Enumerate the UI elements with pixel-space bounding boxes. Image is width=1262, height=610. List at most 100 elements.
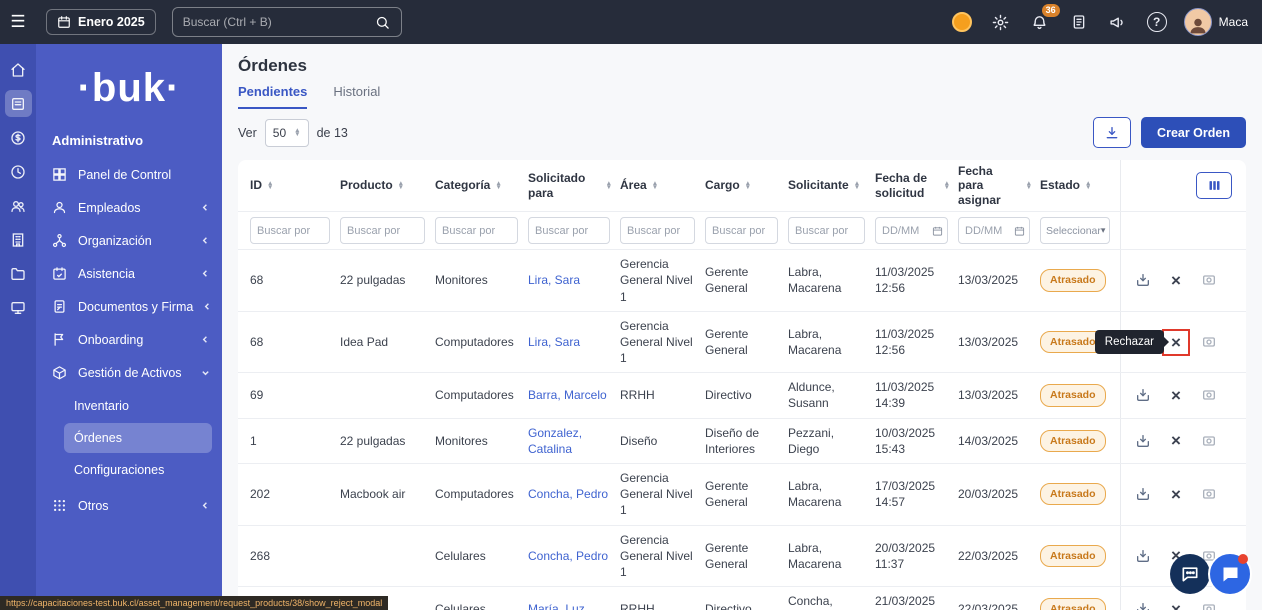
create-order-button[interactable]: Crear Orden [1141,117,1246,148]
clock-icon[interactable] [5,158,32,185]
sidebar-subitem-configuraciones[interactable]: Configuraciones [64,455,212,485]
solicitado-para-link[interactable]: Barra, Marcelo [528,381,620,409]
assign-button[interactable] [1135,272,1151,288]
filter-id-input[interactable] [250,217,330,244]
filter-producto-input[interactable] [340,217,425,244]
col-header-cargo[interactable]: Cargo▲▼ [705,174,788,196]
col-header-fecha-solicitud[interactable]: Fecha de solicitud▲▼ [875,167,958,204]
document-icon[interactable] [1067,10,1091,34]
cell-categoria: Computadores [435,480,528,508]
archive-button[interactable] [1201,433,1217,449]
solicitado-para-link[interactable]: Concha, Pedro [528,542,620,570]
solicitado-para-link[interactable]: Lira, Sara [528,266,620,294]
assign-button[interactable] [1135,486,1151,502]
megaphone-icon[interactable] [1106,10,1130,34]
sidebar-item-onboarding[interactable]: Onboarding [36,323,222,356]
col-header-producto[interactable]: Producto▲▼ [340,174,435,196]
columns-settings-button[interactable] [1196,172,1232,199]
search-icon[interactable] [365,8,401,36]
building-icon[interactable] [5,226,32,253]
sidebar-item-documentos-y-firma[interactable]: Documentos y Firma [36,290,222,323]
download-button[interactable] [1093,117,1131,148]
folder-icon[interactable] [5,260,32,287]
cell-fecha-solicitud: 10/03/2025 15:43 [875,419,958,463]
archive-button[interactable] [1201,486,1217,502]
people-icon[interactable] [5,192,32,219]
solicitado-para-link[interactable]: María, Luz [528,595,620,610]
help-icon[interactable]: ? [1145,10,1169,34]
home-icon[interactable] [5,56,32,83]
sidebar-item-gestion-de-activos[interactable]: Gestión de Activos [36,356,222,389]
solicitado-para-link[interactable]: Concha, Pedro [528,480,620,508]
gear-icon[interactable] [989,10,1013,34]
filter-fecha-solicitud-input[interactable] [875,217,948,244]
reject-button[interactable]: × [1171,272,1181,289]
assign-button[interactable] [1135,433,1151,449]
sidebar-item-panel-de-control[interactable]: Panel de Control [36,158,222,191]
reject-button[interactable]: × [1171,486,1181,503]
tab-pendientes[interactable]: Pendientes [238,84,307,109]
money-icon[interactable] [5,124,32,151]
page-title: Órdenes [238,56,1246,76]
filter-estado-select[interactable]: Seleccionar ▾ [1040,217,1110,244]
archive-button[interactable] [1201,334,1217,350]
col-header-estado[interactable]: Estado▲▼ [1040,174,1120,196]
hamburger-icon[interactable]: ☰ [0,0,36,44]
col-header-categoria[interactable]: Categoría▲▼ [435,174,528,196]
solicitado-para-link[interactable]: Gonzalez, Catalina [528,419,620,463]
user-menu[interactable]: Maca [1184,8,1248,36]
filter-cargo-input[interactable] [705,217,778,244]
global-search [172,7,402,37]
monitor-icon[interactable] [5,294,32,321]
month-selector[interactable]: Enero 2025 [46,9,156,35]
orders-icon[interactable] [5,90,32,117]
col-header-solicitado-para[interactable]: Solicitado para▲▼ [528,167,620,204]
assign-button[interactable] [1135,548,1151,564]
bell-icon[interactable]: 36 [1028,10,1052,34]
reject-button[interactable]: × [1171,387,1181,404]
row-actions: × [1120,464,1246,525]
chevron-down-icon: ▾ [1101,225,1106,236]
filter-solicitante-input[interactable] [788,217,865,244]
reject-button[interactable]: × [1171,334,1181,351]
sidebar-item-asistencia[interactable]: Asistencia [36,257,222,290]
filter-solicitado-input[interactable] [528,217,610,244]
cell-area: Gerencia General Nivel 1 [620,250,705,311]
sidebar-item-organizacion[interactable]: Organización [36,224,222,257]
notification-badge: 36 [1042,4,1060,17]
filter-categoria-input[interactable] [435,217,518,244]
assign-button[interactable] [1135,387,1151,403]
solicitado-para-link[interactable]: Lira, Sara [528,328,620,356]
assign-button[interactable] [1135,601,1151,610]
cell-solicitante: Pezzani, Diego [788,419,875,463]
col-header-id[interactable]: ID▲▼ [250,174,340,196]
cell-cargo: Directivo [705,595,788,610]
archive-button[interactable] [1201,387,1217,403]
archive-button[interactable] [1201,272,1217,288]
status-badge: Atrasado [1040,598,1106,610]
col-header-solicitante[interactable]: Solicitante▲▼ [788,174,875,196]
orange-badge-icon[interactable] [950,10,974,34]
sidebar-subitem-ordenes[interactable]: Órdenes [64,423,212,453]
reject-button[interactable]: × [1171,601,1181,610]
filter-area-input[interactable] [620,217,695,244]
tab-historial[interactable]: Historial [333,84,380,109]
table-controls: Ver 50 ▲▼ de 13 Crear Orden [238,117,1246,148]
search-input[interactable] [173,15,365,29]
filter-fecha-asignar-input[interactable] [958,217,1030,244]
cell-producto: Macbook air [340,480,435,508]
status-badge: Atrasado [1040,430,1106,452]
col-header-area[interactable]: Área▲▼ [620,174,705,196]
cell-fecha-asignar: 13/03/2025 [958,328,1040,356]
reject-button[interactable]: × [1171,432,1181,449]
sidebar-subitem-inventario[interactable]: Inventario [64,391,212,421]
col-header-fecha-asignar[interactable]: Fecha para asignar▲▼ [958,160,1040,211]
chat-dots-button[interactable] [1170,554,1210,594]
assign-icon [1135,486,1151,502]
sidebar-item-empleados[interactable]: Empleados [36,191,222,224]
support-chat-button[interactable] [1208,552,1252,596]
sidebar-item-otros[interactable]: Otros [36,489,222,522]
row-actions: × [1120,373,1246,417]
per-page-select[interactable]: 50 ▲▼ [265,119,309,147]
archive-button[interactable] [1201,601,1217,610]
